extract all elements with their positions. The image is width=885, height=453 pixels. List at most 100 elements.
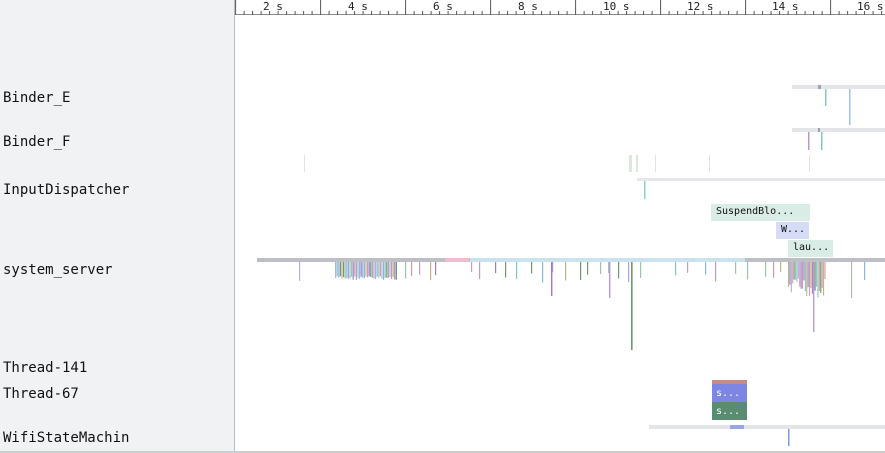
system-server-slice[interactable]	[565, 262, 567, 281]
system-server-slice[interactable]	[705, 262, 707, 275]
system-server-slice[interactable]	[806, 262, 808, 297]
system-server-slice[interactable]	[352, 262, 354, 280]
system-server-slice[interactable]	[346, 262, 348, 278]
system-server-slice[interactable]	[687, 262, 689, 273]
system-server-slice[interactable]	[343, 262, 345, 278]
system-server-slice[interactable]	[820, 262, 822, 294]
system-server-slice[interactable]	[542, 262, 544, 283]
system-server-slice[interactable]	[375, 262, 377, 280]
system-server-slice[interactable]	[811, 262, 813, 294]
system-server-slice[interactable]	[354, 262, 356, 277]
system-server-slice[interactable]	[803, 262, 805, 281]
input-dispatcher-slice[interactable]	[644, 181, 646, 199]
system-server-slice[interactable]	[814, 262, 816, 291]
time-ruler[interactable]: 2 s 4 s 6 s 8 s 10 s 12 s 14 s 16 s	[235, 0, 885, 15]
system-server-slice[interactable]	[802, 262, 804, 289]
system-server-slice[interactable]	[788, 262, 790, 288]
thread-67-cap[interactable]	[712, 380, 747, 384]
system-server-slice[interactable]	[391, 262, 393, 279]
binder-e-slice[interactable]	[849, 89, 851, 125]
system-server-slice[interactable]	[341, 262, 343, 279]
system-server-slice[interactable]	[747, 262, 749, 280]
system-server-slice[interactable]	[795, 262, 797, 280]
system-server-slice[interactable]	[384, 262, 386, 278]
system-server-slice[interactable]	[351, 262, 353, 277]
system-server-slice[interactable]	[387, 262, 389, 278]
system-server-slice[interactable]	[823, 262, 825, 296]
system-server-slice[interactable]	[797, 262, 799, 279]
system-server-slice[interactable]	[394, 262, 396, 280]
system-server-slice[interactable]	[435, 262, 437, 276]
track-canvas[interactable]: SuspendBlo... W... lau... s... s...	[235, 16, 885, 453]
system-server-slice[interactable]	[631, 262, 633, 350]
system-server-slice[interactable]	[355, 262, 357, 280]
system-server-slice[interactable]	[344, 262, 346, 279]
system-server-slice[interactable]	[395, 262, 397, 280]
system-server-slice[interactable]	[551, 262, 553, 296]
system-server-slice[interactable]	[419, 262, 421, 275]
system-server-slice[interactable]	[360, 262, 362, 277]
system-server-slice[interactable]	[389, 262, 391, 278]
system-server-slice[interactable]	[516, 262, 518, 280]
system-server-slice[interactable]	[824, 262, 826, 280]
system-server-slice[interactable]	[381, 262, 383, 279]
track-label-wifi-state-machine[interactable]: WifiStateMachin	[3, 430, 129, 446]
system-server-slice[interactable]	[405, 262, 407, 279]
wifi-slice[interactable]	[788, 429, 790, 446]
track-label-input-dispatcher[interactable]: InputDispatcher	[3, 182, 129, 198]
system-server-slice[interactable]	[793, 262, 795, 280]
system-server-slice[interactable]	[790, 262, 792, 293]
system-server-slice[interactable]	[349, 262, 351, 279]
system-server-busy-segment[interactable]	[445, 258, 469, 262]
system-server-busy-segment[interactable]	[470, 258, 745, 262]
system-server-slice[interactable]	[780, 262, 782, 273]
system-server-slice[interactable]	[618, 262, 620, 279]
system-server-slice[interactable]	[362, 262, 364, 278]
system-server-slice[interactable]	[335, 262, 337, 278]
system-server-slice[interactable]	[336, 262, 338, 277]
wifi-slice[interactable]	[730, 425, 744, 429]
system-server-slice[interactable]	[368, 262, 370, 277]
system-server-slice[interactable]	[479, 262, 481, 280]
system-server-slice[interactable]	[371, 262, 373, 278]
system-server-slice[interactable]	[580, 262, 582, 280]
system-server-slice[interactable]	[471, 262, 473, 273]
wifi-activity-bar[interactable]	[649, 425, 885, 429]
system-server-slice[interactable]	[370, 262, 372, 277]
system-server-slice[interactable]	[359, 262, 361, 279]
system-server-slice[interactable]	[376, 262, 378, 277]
system-server-slice[interactable]	[378, 262, 380, 278]
system-server-slice[interactable]	[809, 262, 811, 296]
system-server-slice[interactable]	[773, 262, 775, 278]
binder-f-slice[interactable]	[808, 132, 810, 150]
system-server-slice[interactable]	[821, 262, 823, 289]
binder-e-activity-bar[interactable]	[792, 85, 885, 89]
system-server-slice[interactable]	[789, 262, 791, 285]
system-server-slice[interactable]	[505, 262, 507, 278]
track-label-thread-67[interactable]: Thread-67	[3, 386, 79, 402]
track-label-binder-e[interactable]: Binder_E	[3, 90, 70, 106]
system-server-slice[interactable]	[386, 262, 388, 278]
system-server-slice[interactable]	[640, 262, 642, 278]
system-server-slice[interactable]	[392, 262, 394, 278]
timeline-area[interactable]: 2 s 4 s 6 s 8 s 10 s 12 s 14 s 16 s Susp…	[235, 0, 885, 453]
system-server-slice[interactable]	[817, 262, 819, 298]
system-server-slice[interactable]	[765, 262, 767, 277]
system-server-slice[interactable]	[800, 262, 802, 289]
system-server-slice[interactable]	[600, 262, 602, 275]
system-server-slice[interactable]	[587, 262, 589, 275]
system-server-slice[interactable]	[383, 262, 385, 280]
system-server-slice[interactable]	[792, 262, 794, 284]
track-label-binder-f[interactable]: Binder_F	[3, 134, 70, 150]
input-dispatcher-activity-bar[interactable]	[637, 178, 885, 181]
binder-f-activity-bar[interactable]	[792, 128, 885, 132]
system-server-slice[interactable]	[609, 262, 611, 298]
system-server-slice[interactable]	[799, 262, 801, 287]
system-server-slice[interactable]	[430, 262, 432, 281]
system-server-slice[interactable]	[810, 262, 812, 288]
system-server-slice[interactable]	[816, 262, 818, 287]
system-server-slice[interactable]	[531, 262, 533, 274]
system-server-slice[interactable]	[628, 262, 630, 283]
system-server-slice[interactable]	[367, 262, 369, 278]
system-server-slice[interactable]	[735, 262, 737, 274]
